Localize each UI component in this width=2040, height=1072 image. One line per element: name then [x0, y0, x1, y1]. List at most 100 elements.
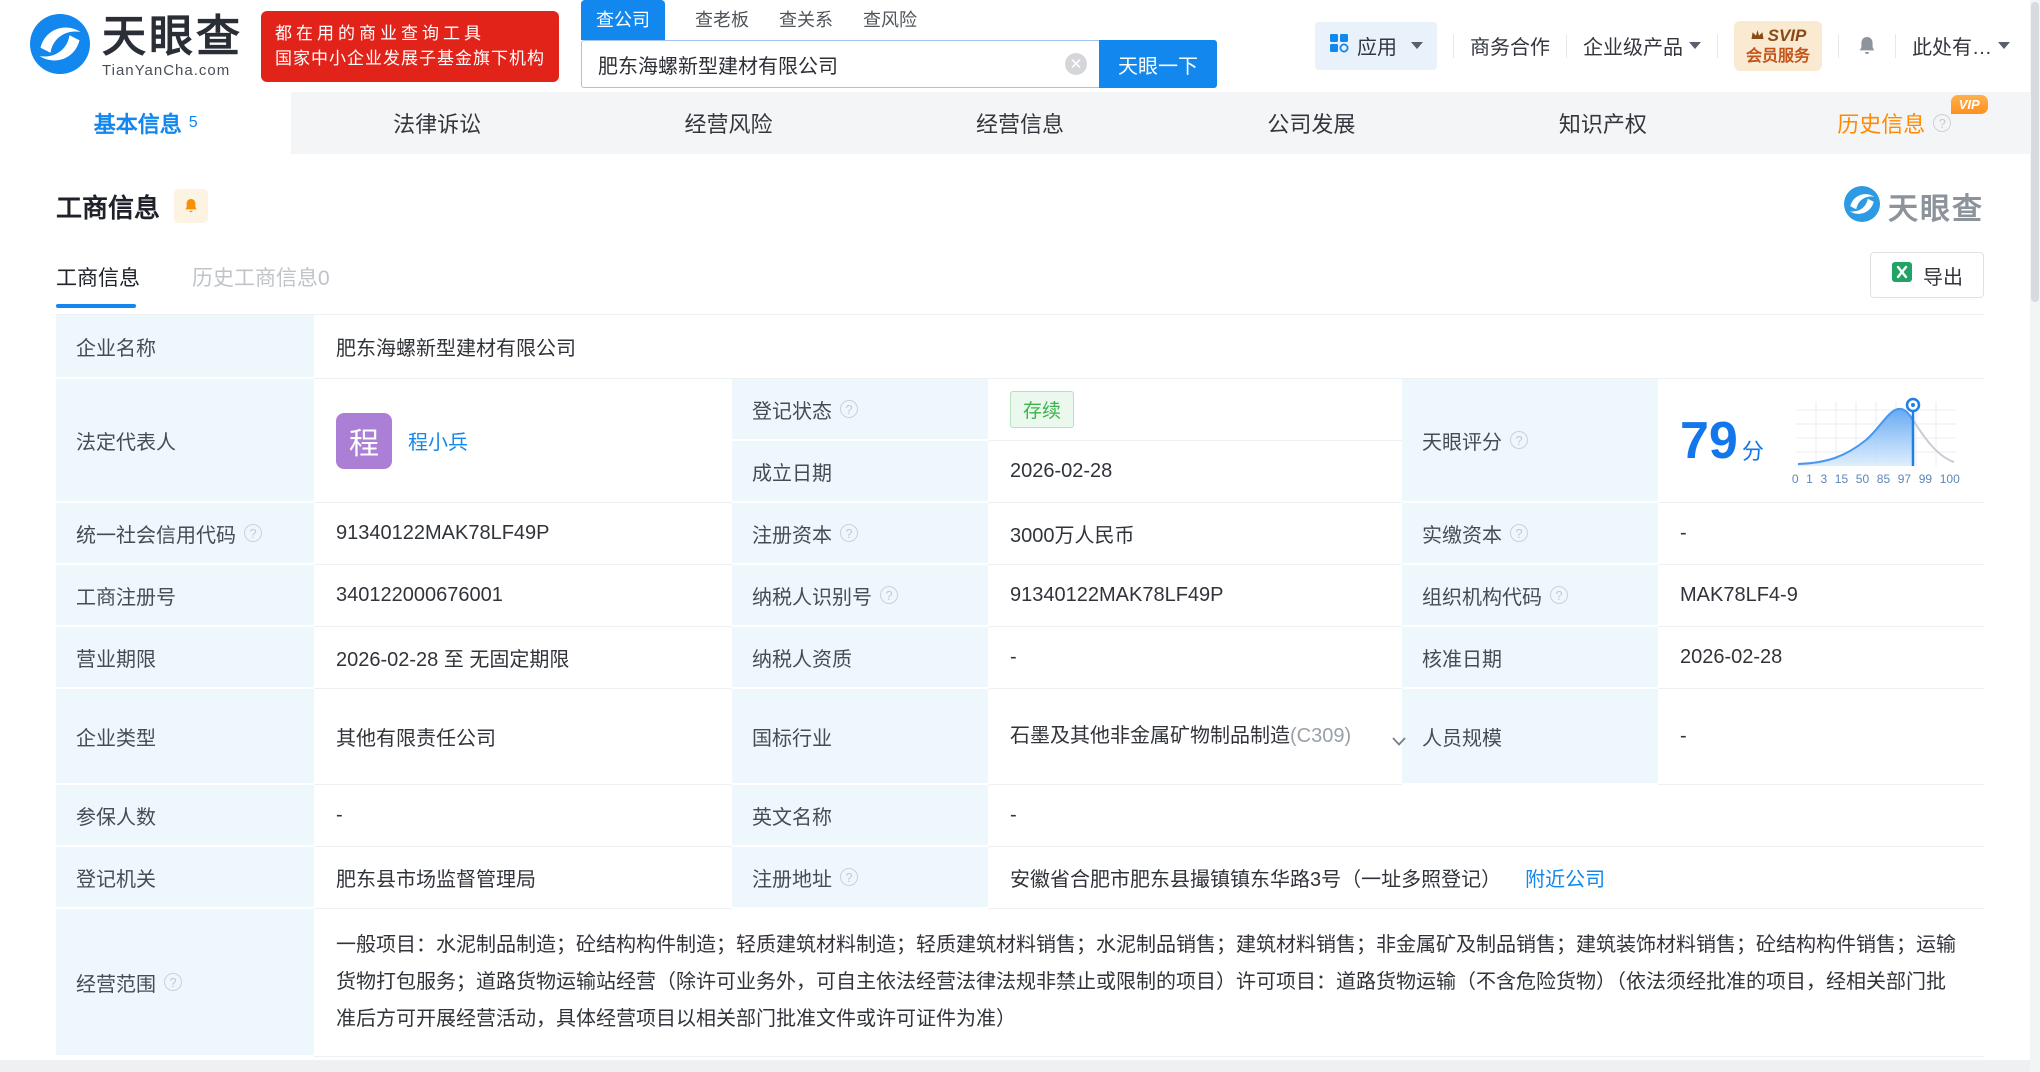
- promo-line-1: 都在用的商业查询工具: [275, 23, 485, 43]
- tianyancha-watermark-icon: [1844, 185, 1880, 227]
- search-input[interactable]: [581, 40, 1099, 88]
- tab-operating-risk[interactable]: 经营风险: [583, 92, 874, 154]
- export-button[interactable]: 导出: [1870, 252, 1984, 298]
- field-reg-capital-value: 3000万人民币: [988, 503, 1402, 565]
- field-company-type-value: 其他有限责任公司: [314, 689, 732, 785]
- field-reg-address-label: 注册地址 ?: [732, 847, 988, 909]
- search-block: 查公司 查老板 查关系 查风险 ✕ 天眼一下: [581, 0, 1217, 88]
- legal-rep-avatar[interactable]: 程: [336, 412, 392, 469]
- nearby-companies-link[interactable]: 附近公司: [1525, 863, 1605, 892]
- search-tab-risk[interactable]: 查风险: [863, 6, 917, 40]
- scrollbar-thumb[interactable]: [2031, 2, 2039, 302]
- score-axis-labels: 01 3 15 50 85 97 99 100: [1791, 471, 1960, 486]
- field-business-scope-value: 一般项目：水泥制品制造；砼结构构件制造；轻质建筑材料制造；轻质建筑材料销售；水泥…: [314, 909, 1984, 1057]
- tab-company-development[interactable]: 公司发展: [1166, 92, 1457, 154]
- tab-label: 经营信息: [975, 112, 1064, 137]
- watermark-text: 天眼查: [1888, 193, 1984, 226]
- help-icon[interactable]: ?: [840, 524, 858, 542]
- tab-label: 公司发展: [1267, 112, 1356, 137]
- logo-subtext: TianYanCha.com: [102, 61, 231, 79]
- label-text: 纳税人识别号: [752, 586, 872, 609]
- chevron-down-icon[interactable]: [1392, 725, 1406, 756]
- status-badge: 存续: [1010, 391, 1075, 428]
- search-tab-boss[interactable]: 查老板: [695, 6, 749, 40]
- svip-member-badge[interactable]: SVIP 会员服务: [1733, 21, 1822, 71]
- field-paid-capital-label: 实缴资本 ?: [1402, 503, 1658, 565]
- help-icon[interactable]: ?: [840, 400, 858, 418]
- field-company-type-label: 企业类型: [56, 689, 314, 785]
- field-legal-rep-value: 程 程小兵: [314, 379, 732, 503]
- excel-icon: [1891, 261, 1913, 289]
- industry-code: (C309): [1290, 725, 1352, 747]
- help-icon[interactable]: ?: [1510, 524, 1528, 542]
- field-approval-date-value: 2026-02-28: [1658, 627, 1984, 689]
- tab-label: 经营风险: [684, 112, 773, 137]
- subtab-history-business-info[interactable]: 历史工商信息0: [192, 262, 330, 308]
- tianyancha-logo[interactable]: 天眼查 TianYanCha.com: [30, 11, 243, 79]
- field-taxpayer-id-value: 91340122MAK78LF49P: [988, 565, 1402, 627]
- field-reg-address-value: 安徽省合肥市肥东县撮镇镇东华路3号（一址多照登记） 附近公司: [988, 847, 1984, 909]
- field-score-value: 79 分 0 1 3 15 50 85 97 99 100: [1658, 379, 1984, 503]
- field-establish-date-label: 成立日期: [732, 441, 988, 503]
- scrollbar[interactable]: [2030, 0, 2040, 1072]
- promo-line-2: 国家中小企业发展子基金旗下机构: [275, 49, 545, 68]
- help-icon[interactable]: ?: [840, 868, 858, 886]
- tab-basic-info[interactable]: 基本信息 5: [0, 92, 292, 154]
- chevron-down-icon: [1688, 42, 1701, 50]
- search-button[interactable]: 天眼一下: [1099, 40, 1217, 88]
- field-company-name-label: 企业名称: [56, 315, 314, 379]
- field-org-code-value: MAK78LF4-9: [1658, 565, 1984, 627]
- field-paid-capital-value: -: [1658, 503, 1984, 565]
- clear-search-icon[interactable]: ✕: [1065, 53, 1087, 75]
- field-industry-label: 国标行业: [732, 689, 988, 785]
- label-text: 天眼评分: [1422, 431, 1502, 454]
- subtab-business-info[interactable]: 工商信息: [56, 262, 140, 308]
- field-reg-status-label: 登记状态 ?: [732, 379, 988, 441]
- field-taxpayer-id-label: 纳税人识别号 ?: [732, 565, 988, 627]
- field-insured-count-label: 参保人数: [56, 785, 314, 847]
- label-text: 统一社会信用代码: [76, 524, 236, 547]
- help-icon[interactable]: ?: [164, 973, 182, 991]
- search-tab-relation[interactable]: 查关系: [779, 6, 833, 40]
- business-info-section: 工商信息 天眼查 工商信息 历史工商信息0 导出: [0, 154, 2040, 308]
- address-text: 安徽省合肥市肥东县撮镇镇东华路3号（一址多照登记）: [1010, 869, 1502, 891]
- label-text: 注册资本: [752, 524, 832, 547]
- promo-banner: 都在用的商业查询工具 国家中小企业发展子基金旗下机构: [261, 10, 559, 82]
- divider: [1716, 33, 1718, 58]
- apps-menu[interactable]: 应用: [1314, 21, 1437, 70]
- user-menu[interactable]: 此处有…: [1912, 31, 2010, 60]
- nav-enterprise-products[interactable]: 企业级产品: [1583, 31, 1701, 60]
- apps-label: 应用: [1356, 37, 1397, 60]
- tab-legal-proceedings[interactable]: 法律诉讼: [291, 92, 582, 154]
- svip-sublabel: 会员服务: [1745, 47, 1810, 65]
- business-registration-table: 企业名称 肥东海螺新型建材有限公司 法定代表人 程 程小兵 登记状态 ? 存续 …: [56, 314, 1984, 1057]
- field-insured-count-value: -: [314, 785, 732, 847]
- field-business-term-label: 营业期限: [56, 627, 314, 689]
- field-industry-value: 石墨及其他非金属矿物制品制造(C309): [988, 689, 1406, 785]
- chevron-down-icon: [1410, 42, 1423, 50]
- field-reg-status-value: 存续: [988, 379, 1402, 441]
- tab-business-info[interactable]: 经营信息: [874, 92, 1165, 154]
- nav-business-cooperation[interactable]: 商务合作: [1470, 31, 1550, 60]
- help-icon[interactable]: ?: [1933, 114, 1952, 132]
- logo-text: 天眼查: [102, 11, 243, 61]
- help-icon[interactable]: ?: [1550, 586, 1568, 604]
- label-text: 经营范围: [76, 973, 156, 996]
- field-score-label: 天眼评分 ?: [1402, 379, 1658, 503]
- field-org-code-label: 组织机构代码 ?: [1402, 565, 1658, 627]
- help-icon[interactable]: ?: [1510, 431, 1528, 449]
- tab-history-info[interactable]: VIP 历史信息 ?: [1749, 92, 2040, 154]
- score-number: 79: [1680, 411, 1738, 470]
- divider: [1895, 33, 1896, 58]
- header-right-nav: 应用 商务合作 企业级产品 SVIP 会员服务 此处有…: [1314, 21, 2010, 71]
- field-business-scope-label: 经营范围 ?: [56, 909, 314, 1057]
- help-icon[interactable]: ?: [244, 524, 262, 542]
- help-icon[interactable]: ?: [880, 586, 898, 604]
- legal-rep-name-link[interactable]: 程小兵: [408, 426, 468, 455]
- field-legal-rep-label: 法定代表人: [56, 379, 314, 503]
- tianyancha-logo-icon: [30, 13, 90, 79]
- search-tab-company[interactable]: 查公司: [581, 0, 665, 40]
- notification-bell-icon[interactable]: [1855, 34, 1879, 58]
- monitor-bell-icon[interactable]: [174, 189, 209, 223]
- tab-intellectual-property[interactable]: 知识产权: [1457, 92, 1748, 154]
